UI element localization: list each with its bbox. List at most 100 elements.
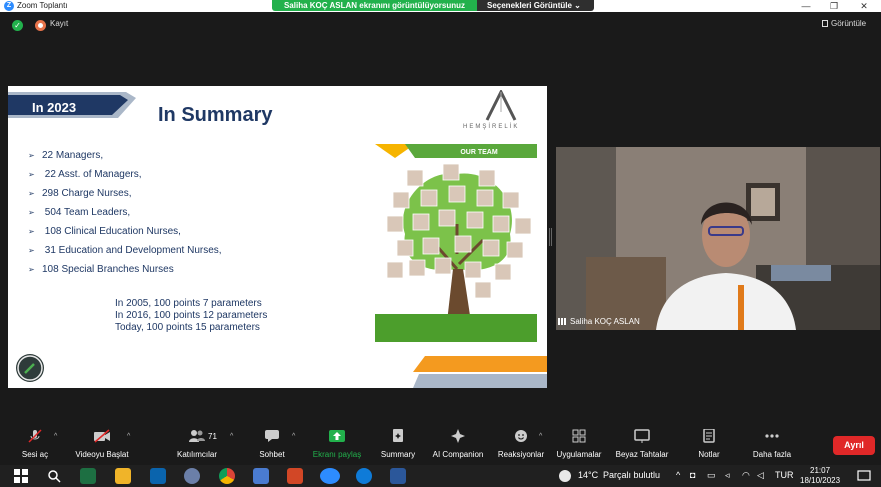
list-item: ➢ 22 Managers, <box>28 150 104 161</box>
battery-icon[interactable]: ▭ <box>707 470 716 481</box>
audio-options-chevron-icon[interactable]: ^ <box>54 433 57 440</box>
view-options-label: Seçenekleri Görüntüle <box>487 1 572 10</box>
participant-name: Saliha KOÇ ASLAN <box>570 317 640 326</box>
screen-share-banner: Saliha KOÇ ASLAN ekranını görüntülüyorsu… <box>272 0 477 11</box>
zoom-logo-icon: Z <box>4 1 14 11</box>
temperature[interactable]: 14°C <box>578 470 598 480</box>
close-button[interactable]: ✕ <box>851 0 877 12</box>
file-explorer-icon[interactable] <box>115 468 131 484</box>
calculator-icon[interactable] <box>253 468 269 484</box>
slide-decoration <box>413 356 547 388</box>
participants-label: Katılımcılar <box>176 450 217 459</box>
summary-button[interactable]: Summary <box>376 425 420 465</box>
view-options-button[interactable]: Seçenekleri Görüntüle ⌄ <box>477 0 594 11</box>
points-line: Today, 100 points 15 parameters <box>115 322 260 333</box>
app-title: Zoom Toplantı <box>17 1 68 10</box>
reactions-button[interactable]: Reaksiyonlar <box>494 425 548 465</box>
panel-resize-handle[interactable] <box>549 228 552 246</box>
logo-text: HEMŞİRELİK <box>463 124 520 130</box>
slide-title: In Summary <box>158 104 273 126</box>
share-screen-button[interactable]: Ekranı paylaş <box>310 425 364 465</box>
clock-date[interactable]: 18/10/2023 <box>800 476 840 485</box>
list-item: ➢ 108 Special Branches Nurses <box>28 264 174 275</box>
arrow-bullet-icon: ➢ <box>28 151 35 160</box>
annotate-pen-button[interactable] <box>16 354 44 382</box>
shared-slide: In 2023 In Summary HEMŞİRELİK ➢ 22 Manage… <box>8 86 547 388</box>
share-screen-label: Ekranı paylaş <box>312 450 362 459</box>
app-icon[interactable] <box>184 468 200 484</box>
record-label[interactable]: Kayıt <box>50 19 68 28</box>
leave-button[interactable]: Ayrıl <box>833 436 875 455</box>
more-button[interactable]: Daha fazla <box>748 425 796 465</box>
view-button[interactable]: Görüntüle <box>822 19 866 28</box>
microphone-muted-icon <box>28 429 42 443</box>
summary-label: Summary <box>380 450 416 459</box>
chevron-down-icon: ⌄ <box>574 1 581 10</box>
chevron-up-icon[interactable]: ^ <box>676 470 680 480</box>
zoom-app-icon[interactable] <box>320 468 340 484</box>
edge-icon[interactable] <box>356 468 372 484</box>
team-banner-text: OUR TEAM <box>460 149 498 156</box>
apps-button[interactable]: Uygulamalar <box>552 425 606 465</box>
record-icon[interactable] <box>35 20 46 31</box>
our-team-tree-image: OUR TEAM <box>375 144 537 342</box>
notifications-icon[interactable] <box>856 468 872 484</box>
participants-button[interactable]: 71 Katılımcılar <box>172 425 222 465</box>
ai-companion-button[interactable]: AI Companion <box>428 425 488 465</box>
list-item: ➢ 108 Clinical Education Nurses, <box>28 226 181 237</box>
participant-name-tag: Saliha KOÇ ASLAN <box>558 317 640 326</box>
chrome-icon[interactable] <box>219 468 235 484</box>
weather-text[interactable]: Parçalı bulutlu <box>603 470 660 480</box>
outlook-icon[interactable] <box>150 468 166 484</box>
notes-label: Notlar <box>698 450 720 459</box>
restore-button[interactable]: ❐ <box>821 0 847 12</box>
mute-button[interactable]: Sesi aç <box>12 425 58 465</box>
meeting-top-bar: ✓ Kayıt Görüntüle <box>0 12 881 40</box>
powerpoint-icon[interactable] <box>287 468 303 484</box>
points-line: In 2016, 100 points 12 parameters <box>115 310 268 321</box>
wifi-icon[interactable]: ◠ <box>742 470 750 481</box>
notes-button[interactable]: Notlar <box>688 425 730 465</box>
participant-video-feed <box>556 147 880 330</box>
notes-icon <box>703 429 715 443</box>
minimize-button[interactable]: — <box>793 0 819 12</box>
arrow-bullet-icon: ➢ <box>28 265 35 274</box>
whiteboards-label: Beyaz Tahtalar <box>615 450 669 459</box>
meeting-toolbar: Sesi aç ^ Videoyu Başlat ^ 71 Katılımcıl… <box>0 425 881 465</box>
participants-options-chevron-icon[interactable]: ^ <box>230 433 233 440</box>
window-title-bar: Z Zoom Toplantı Saliha KOÇ ASLAN ekranın… <box>0 0 881 12</box>
participants-count: 71 <box>208 432 217 441</box>
clock-time[interactable]: 21:07 <box>810 466 830 475</box>
chat-options-chevron-icon[interactable]: ^ <box>292 433 295 440</box>
slide-year: In 2023 <box>32 100 77 115</box>
search-icon[interactable] <box>46 468 62 484</box>
volume-icon[interactable]: ◁ <box>757 470 764 481</box>
arrow-bullet-icon: ➢ <box>28 208 35 217</box>
list-item: ➢ 31 Education and Development Nurses, <box>28 245 222 256</box>
chat-button[interactable]: Sohbet <box>252 425 292 465</box>
reactions-icon <box>515 430 527 442</box>
participants-icon <box>189 430 205 442</box>
windows-start-icon[interactable] <box>13 468 29 484</box>
video-options-chevron-icon[interactable]: ^ <box>127 433 130 440</box>
reactions-label: Reaksiyonlar <box>497 450 545 459</box>
video-camera-off-icon <box>94 429 110 443</box>
language-indicator[interactable]: TUR <box>775 470 794 480</box>
start-video-button[interactable]: Videoyu Başlat <box>70 425 134 465</box>
pen-icon <box>17 355 43 381</box>
security-shield-icon[interactable]: ✓ <box>12 20 23 31</box>
speaker-icon[interactable]: ◃ <box>725 470 730 481</box>
list-item: ➢ 22 Asst. of Managers, <box>28 169 142 180</box>
points-block: In 2005, 100 points 7 parameters In 2016… <box>115 298 267 334</box>
windows-taskbar: 14°C Parçalı bulutlu ^ ◘ ▭ ◃ ◠ ◁ TUR 21:… <box>0 465 881 487</box>
word-icon[interactable] <box>390 468 406 484</box>
apps-label: Uygulamalar <box>556 450 602 459</box>
excel-icon[interactable] <box>80 468 96 484</box>
participant-video-tile[interactable]: Saliha KOÇ ASLAN <box>556 147 880 330</box>
chat-icon <box>265 430 279 442</box>
weather-cloud-icon <box>559 470 571 482</box>
network-icon[interactable]: ◘ <box>690 470 695 480</box>
whiteboards-button[interactable]: Beyaz Tahtalar <box>612 425 672 465</box>
view-icon <box>822 20 828 27</box>
reactions-options-chevron-icon[interactable]: ^ <box>539 433 542 440</box>
